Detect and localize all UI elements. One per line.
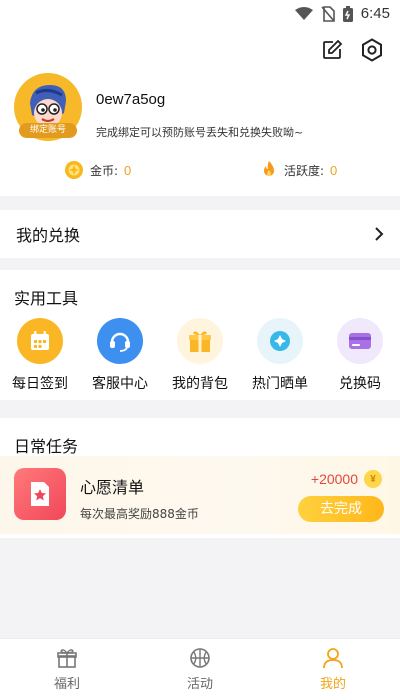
- tab-label: 福利: [53, 677, 80, 692]
- tools-section: 实用工具 每日签到 客服中心 我的背包 热门晒单 兑换码: [0, 270, 400, 400]
- my-exchange-row[interactable]: 我的兑换: [0, 210, 400, 258]
- daily-tasks-section: 日常任务 心愿清单 每次最高奖励888金币 +20000 ¥ 去完成: [0, 418, 400, 538]
- tab-mine[interactable]: 我的: [293, 647, 373, 692]
- headset-icon: [97, 318, 143, 364]
- calendar-icon: [17, 318, 63, 364]
- chevron-right-icon: [375, 227, 384, 241]
- tool-label: 热门晒单: [252, 376, 308, 392]
- status-bar: 6:45: [0, 0, 400, 28]
- no-sim-icon: [321, 5, 335, 22]
- stats-row: 金币: 0 活跃度: 0: [0, 156, 400, 186]
- coin-icon: ¥: [364, 470, 382, 488]
- gear-icon: [362, 38, 382, 62]
- go-complete-button[interactable]: 去完成: [298, 496, 384, 522]
- coins-stat: 金币: 0: [64, 160, 131, 180]
- settings-button[interactable]: [360, 38, 384, 62]
- flame-icon: [264, 161, 274, 176]
- my-exchange-title: 我的兑换: [16, 226, 81, 245]
- tool-customer-service[interactable]: 客服中心: [85, 318, 155, 393]
- tab-activity[interactable]: 活动: [160, 647, 240, 692]
- bottom-tab-bar: 福利 活动 我的: [0, 638, 400, 700]
- coins-value: 0: [124, 162, 132, 178]
- coin-icon: [65, 161, 83, 179]
- basketball-icon: [190, 648, 210, 668]
- username: 0ew7a5og: [96, 91, 166, 108]
- tool-label: 客服中心: [92, 376, 148, 392]
- tool-label: 兑换码: [339, 376, 381, 392]
- task-reward: +20000 ¥: [311, 470, 382, 488]
- activity-value: 0: [330, 162, 338, 178]
- gift-icon: [57, 649, 77, 668]
- tool-hot-posts[interactable]: 热门晒单: [245, 318, 315, 393]
- gift-box-icon: [177, 318, 223, 364]
- profile-section: 绑定账号 0ew7a5og 完成绑定可以预防账号丢失和兑换失败呦~ 金币: 0 …: [0, 28, 400, 196]
- task-card-wishlist: 心愿清单 每次最高奖励888金币 +20000 ¥ 去完成: [0, 456, 400, 534]
- wifi-icon: [294, 6, 313, 20]
- edit-button[interactable]: [320, 38, 344, 62]
- task-desc: 每次最高奖励888金币: [80, 507, 199, 521]
- user-icon: [323, 648, 343, 669]
- daily-tasks-title: 日常任务: [14, 437, 79, 456]
- activity-label: 活跃度:: [284, 163, 325, 178]
- status-icons: 6:45: [294, 5, 390, 22]
- activity-stat: 活跃度: 0: [260, 160, 337, 180]
- battery-icon: [342, 5, 353, 22]
- bind-hint: 完成绑定可以预防账号丢失和兑换失败呦~: [96, 126, 304, 139]
- edit-icon: [323, 39, 343, 59]
- coins-label: 金币:: [90, 163, 119, 178]
- status-time: 6:45: [360, 5, 390, 22]
- tools-title: 实用工具: [14, 289, 79, 308]
- tool-daily-checkin[interactable]: 每日签到: [5, 318, 75, 393]
- bind-account-tag[interactable]: 绑定账号: [19, 123, 77, 138]
- tool-label: 我的背包: [172, 376, 228, 392]
- tab-welfare[interactable]: 福利: [27, 647, 107, 692]
- card-icon: [337, 318, 383, 364]
- reward-amount: +20000: [310, 471, 358, 487]
- tab-label: 我的: [319, 677, 346, 692]
- tool-label: 每日签到: [12, 376, 68, 392]
- wishlist-icon: [14, 468, 66, 520]
- diamond-icon: [257, 318, 303, 364]
- tab-label: 活动: [186, 677, 213, 692]
- tool-redeem-code[interactable]: 兑换码: [325, 318, 395, 393]
- top-actions: [320, 38, 384, 62]
- task-title: 心愿清单: [80, 478, 145, 497]
- tool-my-backpack[interactable]: 我的背包: [165, 318, 235, 393]
